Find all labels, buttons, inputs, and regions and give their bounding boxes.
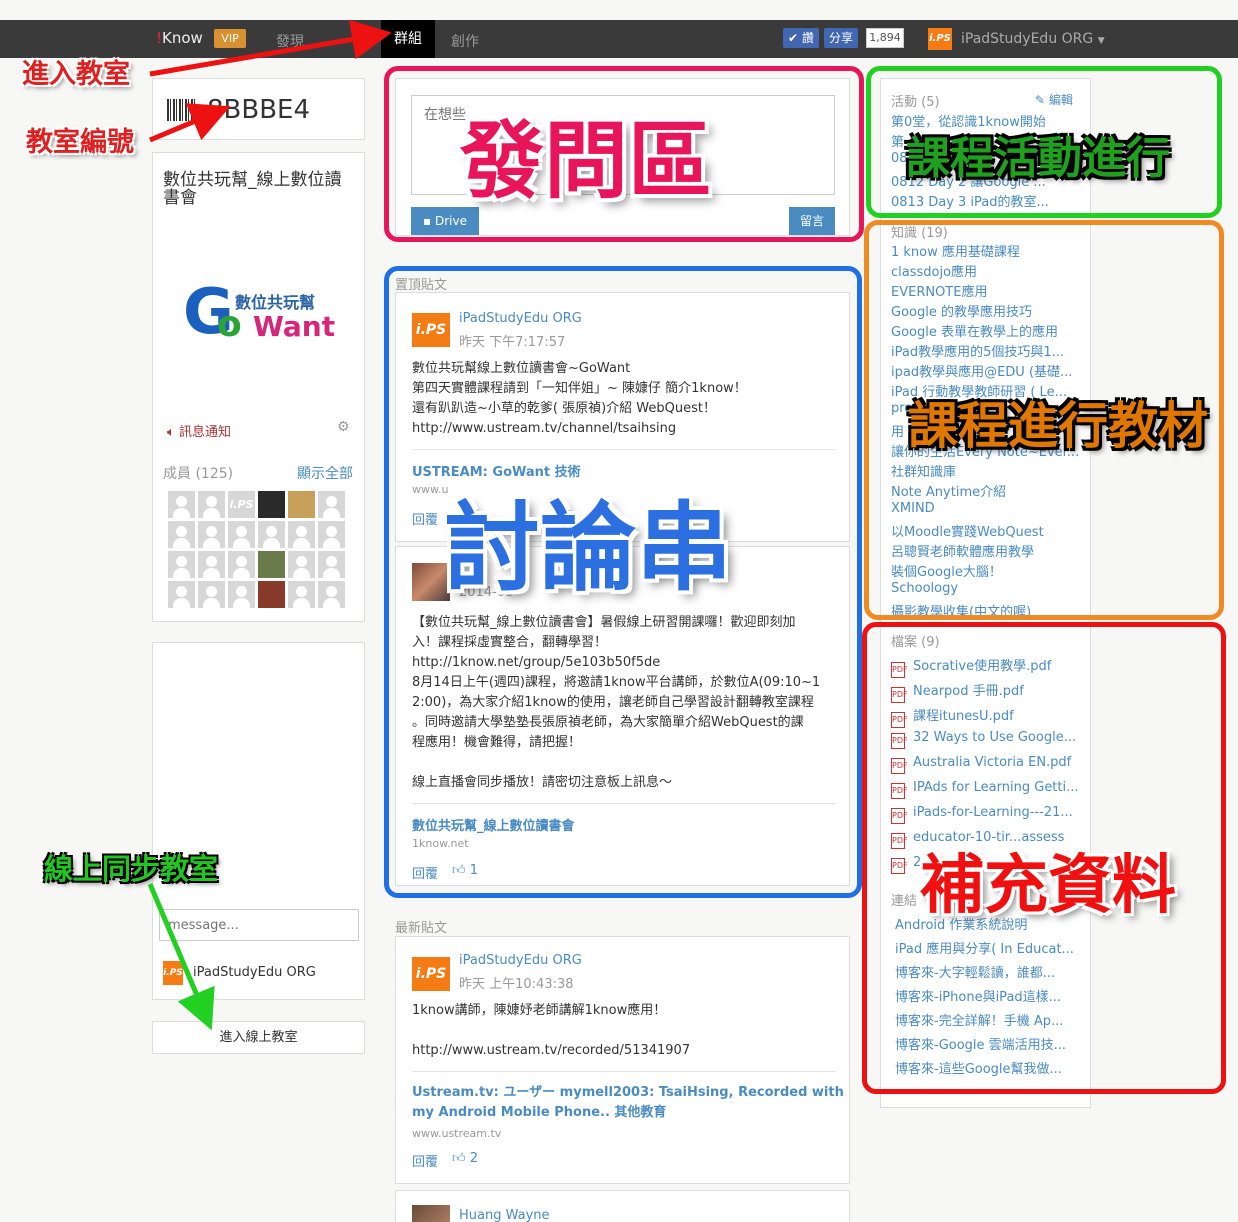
annotation-supplement: 補充資料	[920, 849, 1176, 923]
arrow-online-classroom	[147, 883, 215, 1031]
annotation-online-classroom: 線上同步教室	[44, 852, 219, 886]
annotation-discussion: 討論串	[444, 492, 732, 604]
annotation-activities: 課程活動進行	[906, 133, 1170, 184]
annotation-enter-classroom: 進入教室	[22, 59, 130, 90]
arrow-class-number	[149, 103, 231, 143]
annotation-materials: 課程進行教材	[908, 397, 1208, 455]
arrow-enter-classroom	[149, 19, 392, 77]
annotation-question-area: 發問區	[460, 112, 713, 210]
annotation-class-number: 教室編號	[26, 127, 134, 158]
